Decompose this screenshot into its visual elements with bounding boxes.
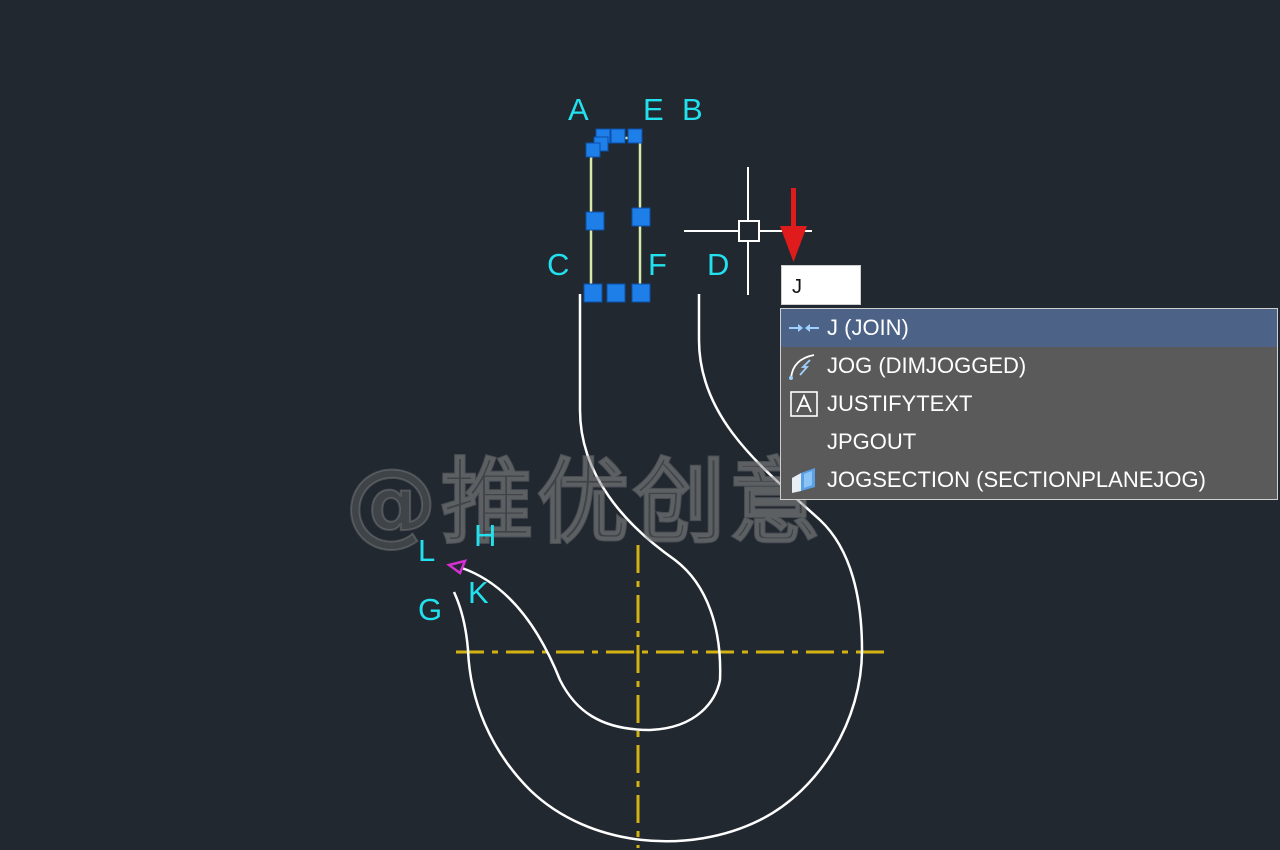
autocomplete-item-join[interactable]: J (JOIN) [781, 309, 1277, 347]
point-label-d: D [707, 247, 730, 282]
autocomplete-item-justifytext[interactable]: JUSTIFYTEXT [781, 385, 1277, 423]
dimjogged-icon [787, 351, 821, 381]
point-label-h: H [474, 518, 497, 553]
point-label-g: G [418, 592, 443, 627]
watermark-text: @推优创意 [344, 448, 826, 557]
autocomplete-item-label: JOGSECTION (SECTIONPLANEJOG) [827, 467, 1206, 492]
red-arrow-pointer [780, 188, 807, 262]
dynamic-input-field[interactable]: J [781, 265, 861, 305]
point-label-f: F [648, 247, 667, 282]
jogsection-icon [787, 465, 821, 495]
point-label-a: A [568, 92, 589, 127]
point-label-l: L [418, 533, 436, 568]
autocomplete-item-label: JOG (DIMJOGGED) [827, 353, 1027, 378]
point-label-e: E [643, 92, 664, 127]
join-icon [787, 313, 821, 343]
justifytext-icon [787, 389, 821, 419]
point-label-c: C [547, 247, 570, 282]
endpoint-marker [446, 559, 468, 575]
autocomplete-item-jpgout[interactable]: JPGOUT [781, 423, 1277, 461]
autocomplete-item-label: JUSTIFYTEXT [827, 391, 973, 416]
point-label-b: B [682, 92, 703, 127]
autocomplete-item-label: J (JOIN) [827, 315, 909, 340]
autocomplete-item-label: JPGOUT [827, 429, 917, 454]
autocomplete-item-jogsection[interactable]: JOGSECTION (SECTIONPLANEJOG) [781, 461, 1277, 499]
command-autocomplete-list: J (JOIN) JOG (DIMJOGGED) JUSTIFYTEXT JPG… [780, 308, 1278, 500]
autocomplete-item-jog[interactable]: JOG (DIMJOGGED) [781, 347, 1277, 385]
point-label-k: K [468, 575, 489, 610]
